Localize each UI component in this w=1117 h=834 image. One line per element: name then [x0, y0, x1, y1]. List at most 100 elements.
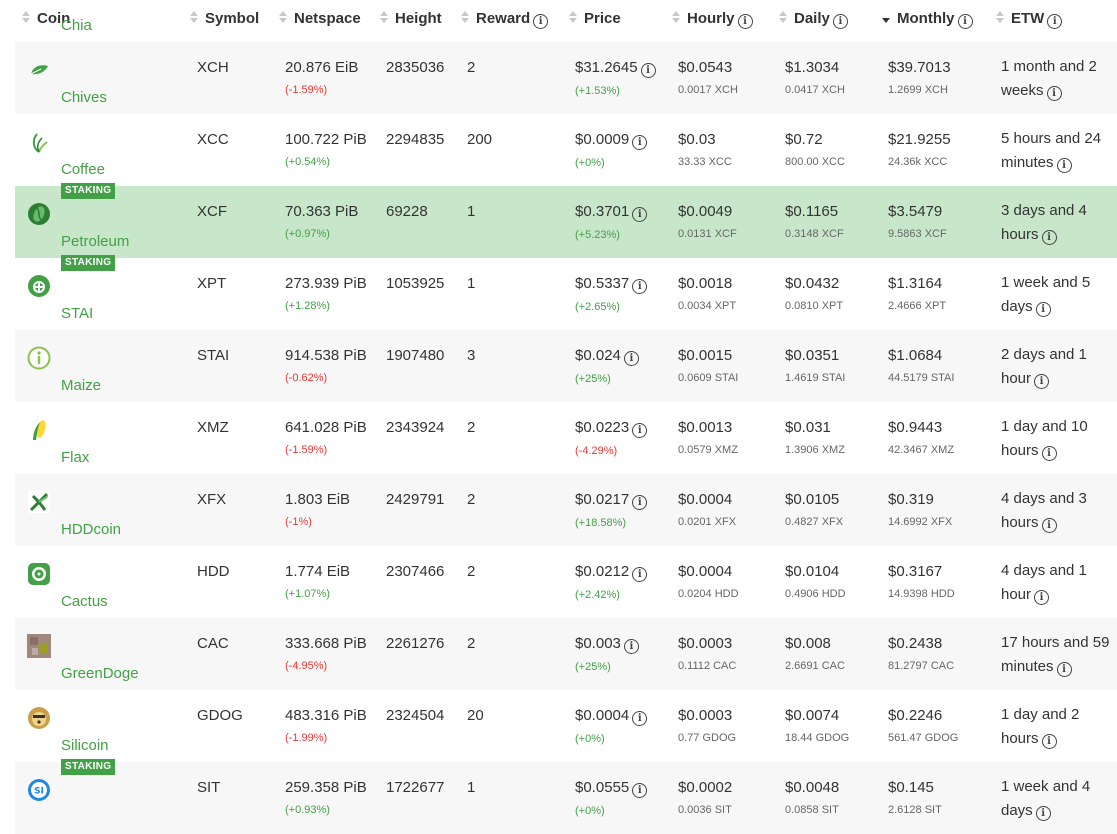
daily-value: $0.1165 — [785, 203, 839, 220]
info-icon[interactable]: i — [632, 279, 648, 294]
info-icon[interactable]: i — [632, 207, 648, 222]
info-icon[interactable]: i — [1041, 518, 1057, 533]
info-icon[interactable]: i — [737, 14, 753, 29]
coin-name[interactable]: HDDcoin — [61, 521, 121, 539]
netspace-value: 1.803 EiB — [285, 491, 351, 508]
coin-name[interactable]: Silicoin — [61, 737, 115, 755]
hourly-cell: $0.0004 0.0201 XFX — [678, 491, 736, 529]
price-cell: $0.0212 i (+2.42%) — [575, 563, 648, 602]
coin-cell[interactable]: Chia — [61, 17, 92, 35]
info-icon[interactable]: i — [1041, 446, 1057, 461]
coin-cell[interactable]: GreenDoge — [61, 665, 139, 683]
sort-icon — [995, 11, 1005, 25]
etw-cell: 1 day and 10 hours i — [1001, 415, 1111, 463]
table-row-hddcoin[interactable]: HDDcoin HDD 1.774 EiB (+1.07%) 2307466 2… — [15, 521, 1117, 618]
info-icon[interactable]: i — [632, 423, 648, 438]
header-netspace[interactable]: Netspace — [278, 0, 361, 39]
coin-cell[interactable]: HDDcoin — [61, 521, 121, 539]
table-row-petroleum[interactable]: Petroleum STAKING XPT 273.939 PiB (+1.28… — [15, 233, 1117, 330]
coin-cell[interactable]: STAI — [61, 305, 93, 323]
coin-name[interactable]: Petroleum — [61, 233, 129, 251]
table-row-coffee[interactable]: Coffee STAKING XCF 70.363 PiB (+0.97%) 6… — [15, 161, 1117, 258]
info-icon[interactable]: i — [632, 783, 648, 798]
coin-name[interactable]: Maize — [61, 377, 101, 395]
header-etw[interactable]: ETW i — [995, 0, 1063, 39]
table-row-flax[interactable]: Flax XFX 1.803 EiB (-1%) 2429791 2 $0.02… — [15, 449, 1117, 546]
table-row-greendoge[interactable]: GreenDoge GDOG 483.316 PiB (-1.99%) 2324… — [15, 665, 1117, 762]
monthly-cell: $0.3167 14.9398 HDD — [888, 563, 955, 601]
monthly-coin: 42.3467 XMZ — [888, 444, 955, 456]
table-row-silicoin[interactable]: SI Silicoin STAKING SIT 259.358 PiB (+0.… — [15, 737, 1117, 834]
header-reward[interactable]: Reward i — [460, 0, 549, 39]
price-cell: $0.024 i (+25%) — [575, 347, 639, 386]
info-icon[interactable]: i — [1034, 590, 1050, 605]
monthly-cell: $21.9255 24.36k XCC — [888, 131, 951, 169]
info-icon[interactable]: i — [623, 351, 639, 366]
netspace-change: (-4.95%) — [285, 660, 328, 672]
info-icon[interactable]: i — [1041, 230, 1057, 245]
coin-name[interactable]: STAI — [61, 305, 93, 323]
monthly-value: $21.9255 — [888, 131, 951, 148]
info-icon[interactable]: i — [1056, 662, 1072, 677]
info-icon[interactable]: i — [1041, 734, 1057, 749]
daily-value: $1.3034 — [785, 59, 840, 76]
coin-cell[interactable]: Petroleum STAKING — [61, 233, 129, 271]
header-symbol[interactable]: Symbol — [189, 0, 259, 39]
daily-coin: 0.0417 XCH — [785, 84, 845, 96]
monthly-value: $39.7013 — [888, 59, 951, 76]
price-value: $0.024 i — [575, 347, 639, 366]
info-icon[interactable]: i — [957, 14, 973, 29]
info-icon[interactable]: i — [1035, 806, 1051, 821]
header-hourly[interactable]: Hourly i — [671, 0, 753, 39]
info-icon[interactable]: i — [640, 63, 656, 78]
table-row-stai[interactable]: STAI STAI 914.538 PiB (-0.62%) 1907480 3… — [15, 305, 1117, 402]
monthly-value: $0.3167 — [888, 563, 943, 580]
info-icon[interactable]: i — [632, 711, 648, 726]
daily-coin: 0.3148 XCF — [785, 228, 844, 240]
petroleum-drop-icon — [27, 274, 51, 298]
table-row-cactus[interactable]: Cactus CAC 333.668 PiB (-4.95%) 2261276 … — [15, 593, 1117, 690]
coin-cell[interactable]: Cactus — [61, 593, 108, 611]
monthly-value: $0.319 — [888, 491, 934, 508]
table-row-chia[interactable]: Chia XCH 20.876 EiB (-1.59%) 2835036 2 $… — [15, 17, 1117, 114]
info-icon[interactable]: i — [1046, 86, 1062, 101]
coin-name[interactable]: GreenDoge — [61, 665, 139, 683]
coin-cell[interactable]: Silicoin STAKING — [61, 737, 116, 775]
table-row-chives[interactable]: Chives XCC 100.722 PiB (+0.54%) 2294835 … — [15, 89, 1117, 186]
etw-cell: 1 week and 5 days i — [1001, 271, 1111, 319]
coin-name[interactable]: Cactus — [61, 593, 108, 611]
table-row-maize[interactable]: Maize XMZ 641.028 PiB (-1.59%) 2343924 2… — [15, 377, 1117, 474]
header-height[interactable]: Height — [379, 0, 442, 39]
coin-cell[interactable]: Maize — [61, 377, 101, 395]
coin-cell[interactable]: Chives — [61, 89, 107, 107]
price-change: (+25%) — [575, 373, 611, 385]
info-icon[interactable]: i — [632, 567, 648, 582]
hourly-cell: $0.0543 0.0017 XCH — [678, 59, 738, 97]
info-icon[interactable]: i — [632, 495, 648, 510]
header-price[interactable]: Price — [568, 0, 621, 39]
info-icon[interactable]: i — [1056, 158, 1072, 173]
header-daily[interactable]: Daily i — [778, 0, 848, 39]
info-icon[interactable]: i — [832, 14, 848, 29]
cactus-icon — [27, 634, 51, 658]
block-reward: 2 — [467, 419, 476, 436]
info-icon[interactable]: i — [623, 639, 639, 654]
coffee-bean-icon — [27, 202, 51, 226]
info-icon[interactable]: i — [1047, 14, 1063, 29]
coin-cell[interactable]: Flax — [61, 449, 89, 467]
coin-name[interactable]: Chia — [61, 17, 92, 35]
info-icon[interactable]: i — [1035, 302, 1051, 317]
coin-name[interactable]: Flax — [61, 449, 89, 467]
price-value: $0.3701 i — [575, 203, 648, 222]
info-icon[interactable]: i — [632, 135, 648, 150]
coin-symbol: XPT — [197, 275, 227, 292]
coin-name[interactable]: Chives — [61, 89, 107, 107]
coin-cell[interactable]: Coffee STAKING — [61, 161, 116, 199]
etw-line-2: hours i — [1001, 727, 1111, 751]
daily-value: $0.0432 — [785, 275, 840, 292]
info-icon[interactable]: i — [533, 14, 549, 29]
hourly-value: $0.0003 — [678, 707, 733, 724]
coin-name[interactable]: Coffee — [61, 161, 115, 179]
header-monthly[interactable]: Monthly i — [881, 0, 973, 39]
info-icon[interactable]: i — [1034, 374, 1050, 389]
